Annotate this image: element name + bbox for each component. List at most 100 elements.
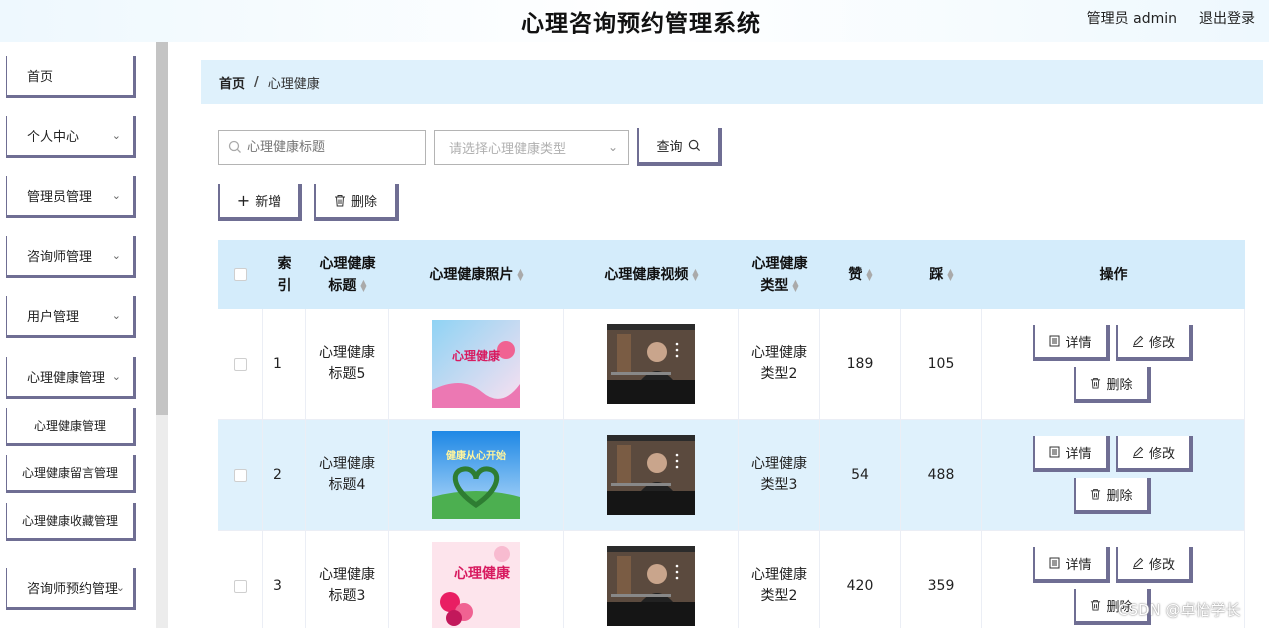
photo-caption: 心理健康 xyxy=(452,348,501,363)
video-thumbnail[interactable] xyxy=(607,435,695,515)
column-video[interactable]: 心理健康视频 ▲ ▼ xyxy=(564,240,739,309)
sort-icon[interactable]: ▲ ▼ xyxy=(947,267,953,281)
row-select-cell xyxy=(218,309,263,419)
sidebar-subitem-mental-health[interactable]: 心理健康管理 xyxy=(6,408,136,446)
row-checkbox[interactable] xyxy=(233,357,247,371)
edit-label: 修改 xyxy=(1148,335,1175,351)
sidebar-item-label: 心理健康收藏管理 xyxy=(21,514,118,528)
sidebar-item-user-management[interactable]: 用户管理 ⌄ xyxy=(6,296,136,338)
table-row: 3 心理健康标题3 心理健康 心理健康类型2 420 359 详情 修改 删除 xyxy=(218,531,1245,628)
document-icon xyxy=(1049,335,1060,347)
query-button[interactable]: 查询 xyxy=(637,128,722,166)
sidebar-item-label: 心理健康管理 xyxy=(33,419,106,433)
type-select-placeholder: 请选择心理健康类型 xyxy=(449,142,567,157)
sidebar-item-label: 管理员管理 xyxy=(27,190,93,205)
sort-icon[interactable]: ▲ ▼ xyxy=(517,267,523,281)
row-photo-cell: 健康从心开始 xyxy=(389,420,564,530)
sidebar-item-counselor-booking[interactable]: 咨询师预约管理 ⌄ xyxy=(6,568,136,610)
column-likes[interactable]: 赞 ▲ ▼ xyxy=(820,240,901,309)
column-type-label: 心理健康类型 xyxy=(751,255,808,294)
column-ops: 操作 xyxy=(982,240,1245,309)
sidebar-item-label: 用户管理 xyxy=(27,310,80,325)
trash-icon xyxy=(1091,599,1101,611)
row-photo-cell: 心理健康 xyxy=(389,309,564,419)
title-search-input[interactable] xyxy=(247,131,417,164)
sidebar-item-admin-management[interactable]: 管理员管理 ⌄ xyxy=(6,176,136,218)
search-icon xyxy=(688,139,700,151)
video-thumbnail[interactable] xyxy=(607,546,695,626)
mental-health-table: 索引 心理健康标题 ▲ ▼ 心理健康照片 ▲ ▼ 心理健康视频 ▲ ▼ 心理健康类型 ▲ ▼ 赞… xyxy=(218,240,1245,628)
delete-button[interactable]: 删除 xyxy=(1074,478,1151,514)
type-select[interactable]: 请选择心理健康类型 ⌄ xyxy=(434,130,629,165)
select-all-checkbox[interactable] xyxy=(234,268,247,281)
detail-button[interactable]: 详情 xyxy=(1033,547,1110,583)
sort-icon[interactable]: ▲ ▼ xyxy=(792,278,798,292)
column-dislikes-label: 踩 xyxy=(929,266,944,283)
row-index: 1 xyxy=(263,309,306,419)
detail-button[interactable]: 详情 xyxy=(1033,325,1110,361)
sort-icon[interactable]: ▲ ▼ xyxy=(692,267,698,281)
row-dislikes: 488 xyxy=(901,420,982,530)
row-video-cell xyxy=(564,420,739,530)
sidebar-item-mental-health[interactable]: 心理健康管理 ⌄ xyxy=(6,357,136,399)
row-checkbox[interactable] xyxy=(233,468,247,482)
breadcrumb-home[interactable]: 首页 xyxy=(219,73,245,92)
user-info: 管理员 admin xyxy=(1086,11,1177,27)
sort-icon[interactable]: ▲ ▼ xyxy=(360,278,366,292)
delete-button[interactable]: 删除 xyxy=(1074,367,1151,403)
trash-icon xyxy=(1091,488,1101,500)
title-search-field[interactable] xyxy=(218,130,426,165)
chevron-down-icon: ⌄ xyxy=(111,189,121,202)
row-index: 3 xyxy=(263,531,306,628)
row-type: 心理健康类型2 xyxy=(751,567,807,604)
sidebar-item-label: 咨询师管理 xyxy=(27,250,93,265)
detail-label: 详情 xyxy=(1065,446,1092,462)
sidebar-item-personal-center[interactable]: 个人中心 ⌄ xyxy=(6,116,136,158)
column-title[interactable]: 心理健康标题 ▲ ▼ xyxy=(306,240,389,309)
chevron-down-icon: ⌄ xyxy=(111,309,121,322)
delete-label: 删除 xyxy=(350,195,377,210)
breadcrumb: 首页 / 心理健康 xyxy=(201,60,1263,104)
document-icon xyxy=(1049,446,1060,458)
trash-icon xyxy=(334,195,345,207)
query-label: 查询 xyxy=(656,139,683,155)
sidebar-item-label: 咨询师预约管理 xyxy=(27,582,119,597)
sidebar-subitem-mental-health-messages[interactable]: 心理健康留言管理 xyxy=(6,455,136,493)
sidebar-item-label: 心理健康管理 xyxy=(27,371,106,386)
batch-delete-button[interactable]: 删除 xyxy=(314,184,399,221)
column-ops-label: 操作 xyxy=(1099,266,1128,283)
row-photo-cell: 心理健康 xyxy=(389,531,564,628)
sort-icon[interactable]: ▲ ▼ xyxy=(866,267,872,281)
column-type[interactable]: 心理健康类型 ▲ ▼ xyxy=(739,240,820,309)
detail-button[interactable]: 详情 xyxy=(1033,436,1110,472)
edit-button[interactable]: 修改 xyxy=(1116,325,1193,361)
sidebar-subitem-mental-health-favorites[interactable]: 心理健康收藏管理 xyxy=(6,503,136,541)
sidebar-item-counselor-management[interactable]: 咨询师管理 ⌄ xyxy=(6,236,136,278)
add-button[interactable]: + 新增 xyxy=(218,184,302,221)
column-likes-label: 赞 xyxy=(848,266,863,283)
row-select-cell xyxy=(218,420,263,530)
photo-thumbnail[interactable]: 心理健康 xyxy=(432,320,520,408)
column-photo[interactable]: 心理健康照片 ▲ ▼ xyxy=(389,240,564,309)
row-index: 2 xyxy=(263,420,306,530)
video-thumbnail[interactable] xyxy=(607,324,695,404)
sidebar-scrollbar-thumb[interactable] xyxy=(156,42,168,415)
column-dislikes[interactable]: 踩 ▲ ▼ xyxy=(901,240,982,309)
column-index: 索引 xyxy=(263,240,306,309)
photo-thumbnail[interactable]: 心理健康 xyxy=(432,542,520,628)
row-checkbox[interactable] xyxy=(233,579,247,593)
row-type: 心理健康类型2 xyxy=(751,345,807,382)
row-video-cell xyxy=(564,531,739,628)
edit-button[interactable]: 修改 xyxy=(1116,547,1193,583)
add-label: 新增 xyxy=(255,195,282,210)
photo-caption: 健康从心开始 xyxy=(446,449,506,462)
photo-caption: 心理健康 xyxy=(454,565,511,582)
logout-link[interactable]: 退出登录 xyxy=(1199,8,1255,28)
delete-label: 删除 xyxy=(1106,377,1133,393)
column-video-label: 心理健康视频 xyxy=(604,266,689,283)
sidebar-item-home[interactable]: 首页 xyxy=(6,56,136,98)
edit-icon xyxy=(1132,335,1144,347)
column-title-label: 心理健康标题 xyxy=(319,255,376,294)
photo-thumbnail[interactable]: 健康从心开始 xyxy=(432,431,520,519)
edit-button[interactable]: 修改 xyxy=(1116,436,1193,472)
